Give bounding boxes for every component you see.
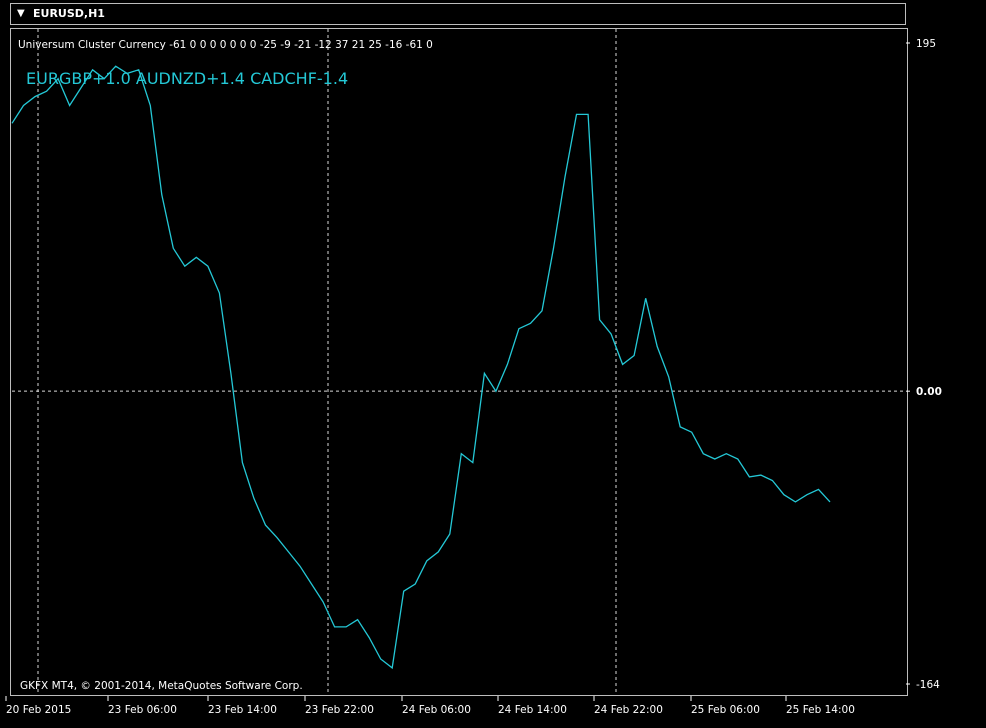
price-scale: 195 0.00 -164 xyxy=(906,38,942,691)
indicator-header: Universum Cluster Currency -61 0 0 0 0 0… xyxy=(18,39,433,51)
indicator-chart: Universum Cluster Currency -61 0 0 0 0 0… xyxy=(5,29,942,716)
indicator-pairs-label: EURGBP+1.0 AUDNZD+1.4 CADCHF-1.4 xyxy=(26,69,348,88)
series-line xyxy=(11,65,831,670)
time-tick-label: 23 Feb 14:00 xyxy=(208,704,277,716)
scale-label: 195 xyxy=(916,38,936,50)
time-tick-label: 23 Feb 22:00 xyxy=(305,704,374,716)
scale-label: 0.00 xyxy=(916,386,942,398)
time-tick-label: 25 Feb 14:00 xyxy=(786,704,855,716)
time-tick-label: 24 Feb 06:00 xyxy=(402,704,471,716)
chart-window: ▼ EURUSD,H1 Universum Cluster Currency -… xyxy=(0,0,986,728)
time-tick-label: 23 Feb 06:00 xyxy=(108,704,177,716)
scale-label: -164 xyxy=(916,679,940,691)
time-axis: 20 Feb 2015 23 Feb 06:00 23 Feb 14:00 23 Fe… xyxy=(5,696,855,716)
time-tick-label: 24 Feb 22:00 xyxy=(594,704,663,716)
time-tick-label: 25 Feb 06:00 xyxy=(691,704,760,716)
time-tick-label: 24 Feb 14:00 xyxy=(498,704,567,716)
copyright-label: GKFX MT4, © 2001-2014, MetaQuotes Softwa… xyxy=(20,680,303,692)
time-tick-label: 20 Feb 2015 xyxy=(6,704,71,716)
grid-lines xyxy=(12,29,906,695)
